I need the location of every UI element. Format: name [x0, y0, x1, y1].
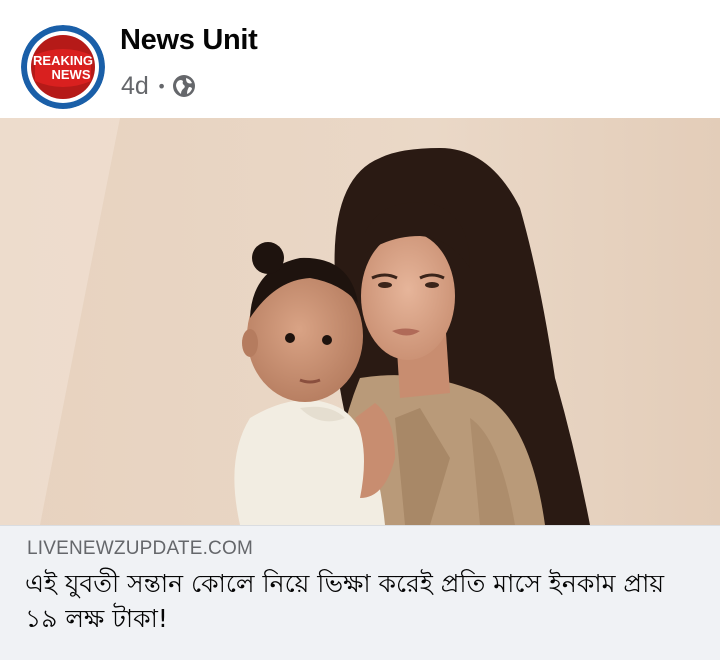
page-name-link[interactable]: News Unit — [120, 24, 258, 57]
post-photo[interactable] — [0, 118, 720, 525]
meta-separator: • — [156, 76, 167, 96]
logo-text-line1: REAKING — [33, 53, 93, 68]
post-header: REAKING NEWS News Unit 4d • — [0, 0, 720, 118]
post-timestamp[interactable]: 4d — [121, 72, 149, 101]
logo-text-line2: NEWS — [52, 67, 91, 82]
link-domain: LIVENEWZUPDATE.COM — [27, 538, 253, 559]
link-title[interactable]: এই যুবতী সন্তান কোলে নিয়ে ভিক্ষা করেই প… — [25, 566, 700, 636]
globe-icon[interactable] — [172, 74, 196, 98]
post-meta: 4d • — [121, 70, 196, 102]
breaking-news-logo: REAKING NEWS — [21, 25, 105, 109]
link-preview-box[interactable]: LIVENEWZUPDATE.COM এই যুবতী সন্তান কোলে … — [0, 525, 720, 660]
page-avatar[interactable]: REAKING NEWS — [21, 25, 105, 109]
